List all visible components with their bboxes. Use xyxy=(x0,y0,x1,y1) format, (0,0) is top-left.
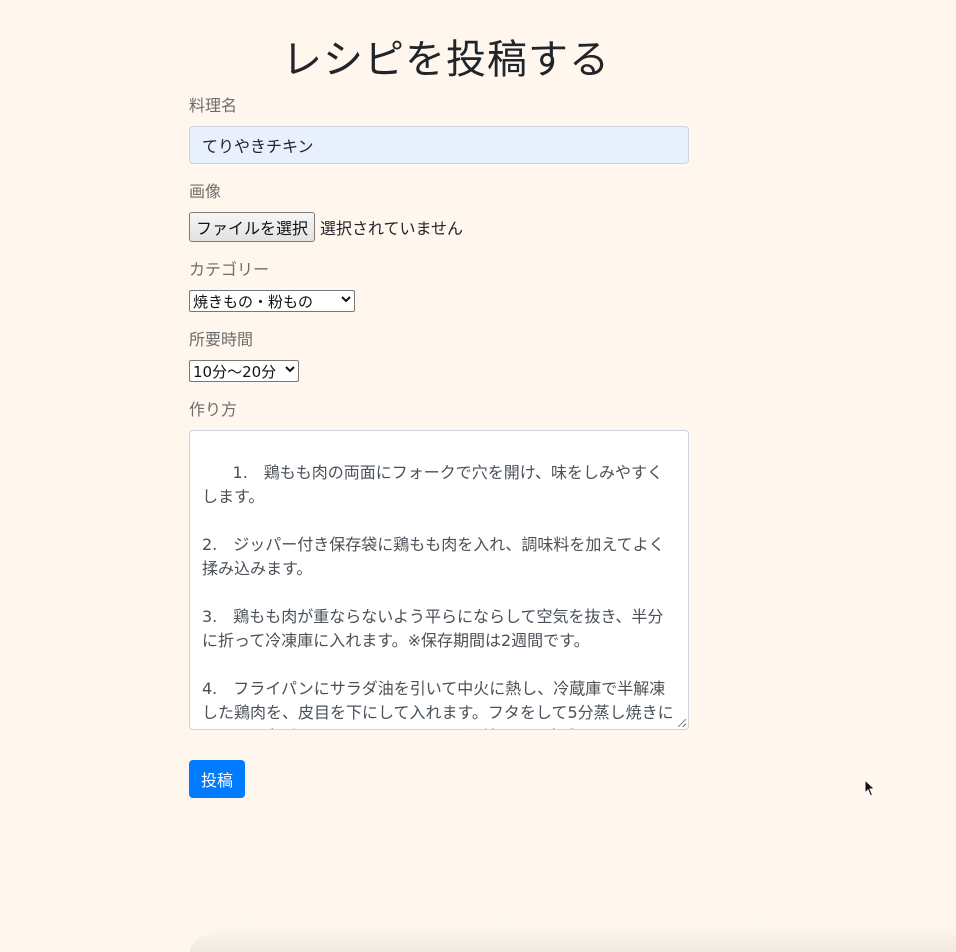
page-title: レシピを投稿する xyxy=(282,37,610,83)
instructions-text: 1. 鶏もも肉の両面にフォークで穴を開け、味をしみやすくします。 2. ジッパー… xyxy=(202,463,674,729)
chevron-down-icon xyxy=(285,366,295,376)
instructions-textarea[interactable]: 1. 鶏もも肉の両面にフォークで穴を開け、味をしみやすくします。 2. ジッパー… xyxy=(189,430,689,730)
time-group: 所要時間 10分〜20分 xyxy=(189,330,689,382)
chevron-down-icon xyxy=(341,296,351,306)
submit-button[interactable]: 投稿 xyxy=(189,760,246,798)
name-label: 料理名 xyxy=(189,96,238,115)
bottom-shadow xyxy=(190,926,956,952)
file-status-text: 選択されていません xyxy=(320,219,464,238)
name-group: 料理名 xyxy=(189,96,689,164)
image-group: 画像 ファイルを選択 選択されていません xyxy=(189,182,689,242)
time-selected-value: 10分〜20分 xyxy=(193,362,277,381)
choose-file-button[interactable]: ファイルを選択 xyxy=(189,212,316,242)
instructions-label: 作り方 xyxy=(189,400,238,419)
category-select[interactable]: 焼きもの・粉もの xyxy=(189,290,355,312)
time-label: 所要時間 xyxy=(189,330,254,349)
image-label: 画像 xyxy=(189,182,222,201)
recipe-form: 料理名 画像 ファイルを選択 選択されていません カテゴリー 焼きもの・粉もの … xyxy=(189,96,689,748)
time-select[interactable]: 10分〜20分 xyxy=(189,360,299,382)
name-input[interactable] xyxy=(189,126,689,164)
resize-handle-icon[interactable] xyxy=(678,719,686,727)
category-selected-value: 焼きもの・粉もの xyxy=(193,292,314,311)
category-group: カテゴリー 焼きもの・粉もの xyxy=(189,260,689,312)
file-picker: ファイルを選択 選択されていません xyxy=(189,212,689,242)
mouse-pointer-icon xyxy=(864,779,876,797)
category-label: カテゴリー xyxy=(189,260,270,279)
instructions-group: 作り方 1. 鶏もも肉の両面にフォークで穴を開け、味をしみやすくします。 2. … xyxy=(189,400,689,730)
